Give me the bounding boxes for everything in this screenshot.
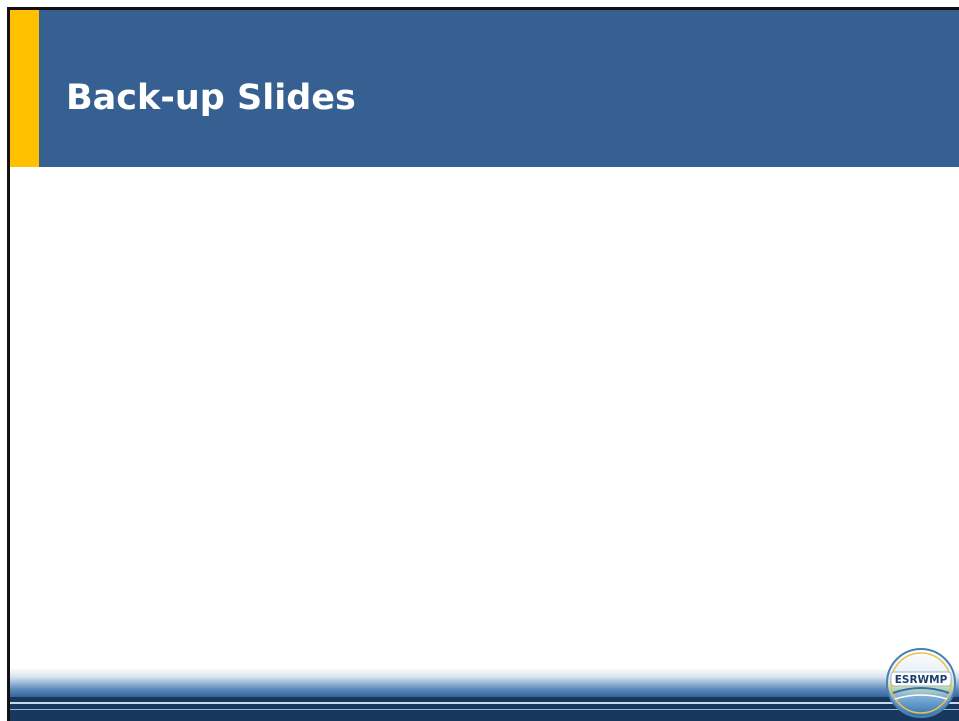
slide: Back-up Slides ESRWMP [0,0,959,721]
footer-stripe [9,702,959,704]
frame-top-border [7,7,959,10]
esrwmp-logo: ESRWMP [885,647,957,719]
footer-gradient [9,668,959,698]
content-area [9,167,959,670]
title-accent-bar [9,9,39,167]
footer-stripe [9,709,959,710]
logo-text: ESRWMP [895,674,948,686]
frame-left-border [7,7,10,721]
slide-title: Back-up Slides [66,78,356,118]
esrwmp-logo-icon: ESRWMP [886,648,956,718]
